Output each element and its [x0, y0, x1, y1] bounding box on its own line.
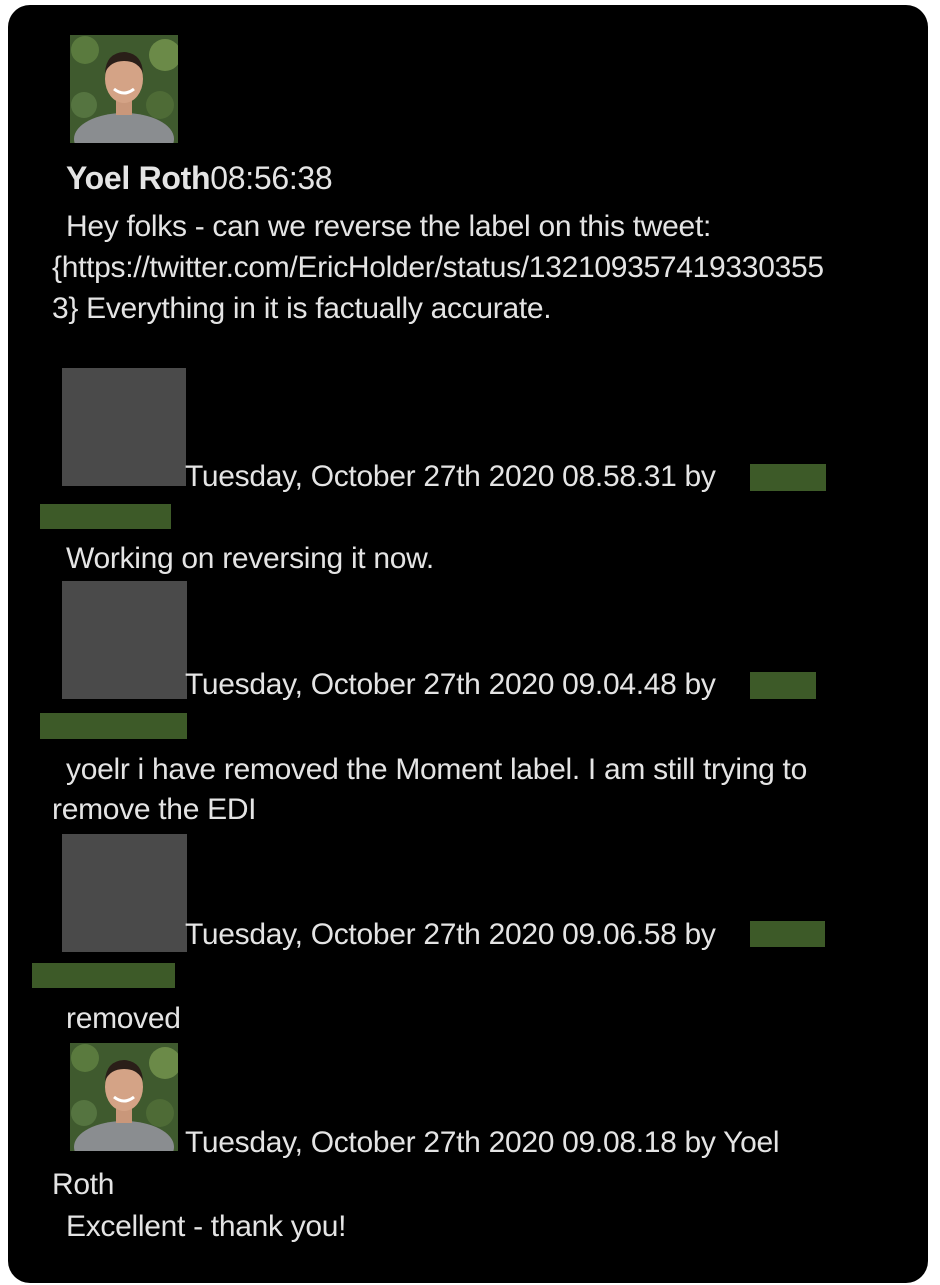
- message-meta: Tuesday, October 27th 2020 08.58.31 by: [185, 460, 716, 493]
- message-text: yoelr i have removed the Moment label. I…: [66, 753, 807, 786]
- message-text: 3} Everything in it is factually accurat…: [52, 292, 552, 325]
- message-meta: Tuesday, October 27th 2020 09.08.18 by Y…: [185, 1126, 780, 1159]
- avatar: [70, 1043, 178, 1151]
- avatar-photo-icon: [70, 1043, 178, 1151]
- chat-transcript: Yoel Roth08:56:38 Hey folks - can we rev…: [8, 5, 928, 1283]
- redacted-name: [40, 504, 171, 529]
- message-meta: Tuesday, October 27th 2020 09.06.58 by: [185, 918, 716, 951]
- message-text: remove the EDI: [52, 793, 257, 826]
- avatar-photo-icon: [70, 35, 178, 143]
- redacted-name: [32, 963, 175, 988]
- message-meta: Tuesday, October 27th 2020 09.04.48 by: [185, 668, 716, 701]
- message-text: removed: [66, 1002, 181, 1035]
- redacted-avatar: [62, 834, 187, 952]
- redacted-avatar: [62, 368, 186, 486]
- sender-header: Yoel Roth08:56:38: [66, 160, 333, 197]
- message-text: Hey folks - can we reverse the label on …: [66, 210, 712, 243]
- sender-name: Yoel Roth: [66, 160, 211, 196]
- redacted-name: [40, 713, 187, 739]
- redacted-avatar: [62, 581, 187, 699]
- redacted-name: [750, 672, 816, 699]
- message-text: {https://twitter.com/EricHolder/status/1…: [52, 251, 824, 284]
- redacted-name: [750, 464, 826, 491]
- message-text: Excellent - thank you!: [66, 1210, 347, 1243]
- message-meta: Roth: [52, 1168, 115, 1201]
- message-time: 08:56:38: [210, 160, 333, 196]
- redacted-name: [750, 921, 825, 947]
- message-text: Working on reversing it now.: [66, 542, 434, 575]
- avatar: [70, 35, 178, 143]
